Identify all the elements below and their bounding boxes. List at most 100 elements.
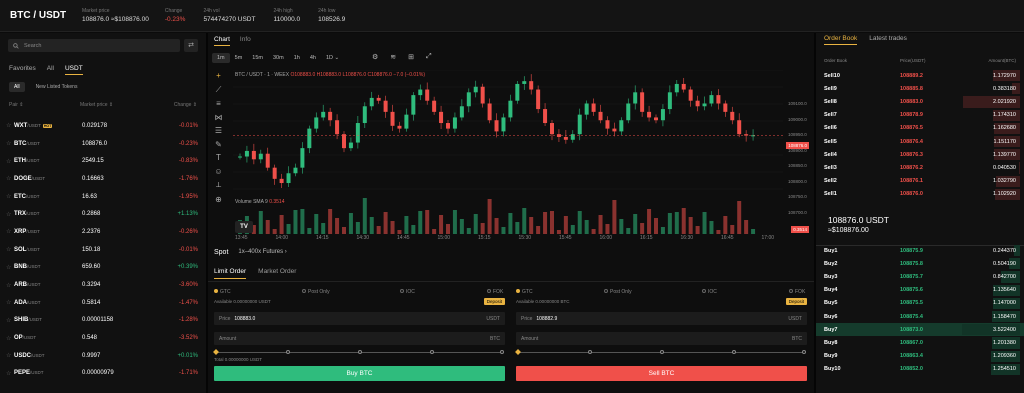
interval-6[interactable]: 1D ⌄ — [321, 53, 344, 63]
sell-button[interactable]: Sell BTC — [516, 366, 807, 381]
subtab-all[interactable]: All — [9, 82, 25, 92]
tab-info[interactable]: Info — [240, 36, 251, 46]
star-icon[interactable]: ☆ — [6, 264, 14, 271]
fib-icon[interactable]: ☰ — [215, 126, 222, 135]
order-book-row[interactable]: Sell9 108885.8 0.383180 — [816, 82, 1024, 95]
settings-icon[interactable]: ⚙ — [372, 53, 378, 61]
star-icon[interactable]: ☆ — [6, 158, 14, 165]
price-field[interactable]: Price 108882.9 USDT — [516, 312, 807, 325]
order-book-row[interactable]: Sell8 108883.0 2.021920 — [816, 95, 1024, 108]
horizontal-lines-icon[interactable]: ≡ — [216, 99, 221, 108]
market-row[interactable]: ☆ ADA/USDT 0.5814 -1.47% — [0, 294, 206, 312]
text-icon[interactable]: T — [216, 153, 221, 162]
fullscreen-icon[interactable]: ⤢ — [426, 53, 432, 61]
interval-0[interactable]: 1m — [212, 53, 230, 63]
star-icon[interactable]: ☆ — [6, 299, 14, 306]
tab-all[interactable]: All — [47, 65, 54, 75]
amount-slider[interactable] — [515, 348, 807, 356]
order-book-row[interactable]: Buy7 108873.0 3.522400 — [816, 323, 1024, 337]
market-row[interactable]: ☆ PEPE/USDT 0.00000979 -1.71% — [0, 365, 206, 383]
amount-field[interactable]: Amount BTC — [214, 332, 505, 345]
star-icon[interactable]: ☆ — [6, 228, 14, 235]
order-book-row[interactable]: Buy8 108867.0 1.201380 — [816, 336, 1024, 349]
star-icon[interactable]: ☆ — [6, 317, 14, 324]
deposit-button[interactable]: Deposit — [483, 298, 505, 305]
market-row[interactable]: ☆ USDC/USDT 0.9997 +0.01% — [0, 347, 206, 365]
opt-gtc[interactable]: GTC — [214, 289, 231, 295]
order-book-row[interactable]: Buy1 108875.9 0.244370 — [816, 244, 1024, 257]
tab-limit-order[interactable]: Limit Order — [214, 268, 247, 279]
market-row[interactable]: ☆ XRP/USDT 2.2376 -0.26% — [0, 223, 206, 241]
buy-button[interactable]: Buy BTC — [214, 366, 505, 381]
subtab-new-listed[interactable]: New Listed Tokens — [31, 82, 83, 92]
indicator-icon[interactable]: ≋ — [390, 53, 396, 61]
deposit-button[interactable]: Deposit — [785, 298, 807, 305]
order-book-row[interactable]: Buy9 108863.4 1.209360 — [816, 350, 1024, 363]
tab-favorites[interactable]: Favorites — [9, 65, 36, 75]
market-row[interactable]: ☆ SOL/USDT 150.18 -0.01% — [0, 241, 206, 259]
order-book-row[interactable]: Buy10 108852.0 1.254510 — [816, 363, 1024, 376]
amount-slider[interactable] — [213, 348, 505, 356]
futures-link[interactable]: 1x–400x Futures › — [238, 249, 286, 256]
interval-1[interactable]: 5m — [230, 53, 248, 63]
market-row[interactable]: ☆ BNB/USDT 659.60 +0.39% — [0, 259, 206, 277]
order-book-row[interactable]: Buy4 108875.6 1.135640 — [816, 284, 1024, 297]
order-book-row[interactable]: Buy6 108875.4 1.158470 — [816, 310, 1024, 323]
col-price[interactable]: Market price ⇕ — [80, 102, 113, 108]
order-book-row[interactable]: Sell3 108876.2 0.040530 — [816, 161, 1024, 174]
pair-title[interactable]: BTC / USDT — [10, 10, 70, 21]
star-icon[interactable]: ☆ — [6, 122, 14, 129]
star-icon[interactable]: ☆ — [6, 282, 14, 289]
emoji-icon[interactable]: ☺ — [214, 167, 222, 176]
col-pair[interactable]: Pair ⇕ — [9, 102, 23, 108]
brush-icon[interactable]: ✎ — [215, 140, 222, 149]
star-icon[interactable]: ☆ — [6, 370, 14, 377]
order-book-row[interactable]: Buy2 108875.8 0.504190 — [816, 257, 1024, 270]
tab-latest-trades[interactable]: Latest trades — [869, 35, 907, 45]
order-book-row[interactable]: Sell10 108889.2 1.172970 — [816, 69, 1024, 82]
market-row[interactable]: ☆ ARB/USDT 0.3294 -3.60% — [0, 276, 206, 294]
opt-fok[interactable]: FOK — [487, 289, 503, 295]
tab-order-book[interactable]: Order Book — [824, 35, 858, 45]
opt-fok[interactable]: FOK — [789, 289, 805, 295]
market-row[interactable]: ☆ WXT/USDT HOT 0.029178 -0.01% — [0, 117, 206, 135]
order-book-row[interactable]: Buy3 108875.7 0.842700 — [816, 270, 1024, 283]
star-icon[interactable]: ☆ — [6, 175, 14, 182]
market-row[interactable]: ☆ DOGE/USDT 0.16663 -1.76% — [0, 170, 206, 188]
price-field[interactable]: Price 108883.0 USDT — [214, 312, 505, 325]
tab-usdt[interactable]: USDT — [64, 65, 83, 75]
order-book-row[interactable]: Sell1 108876.0 1.102920 — [816, 188, 1024, 201]
swap-icon[interactable]: ⇄ — [184, 39, 198, 52]
tab-market-order[interactable]: Market Order — [258, 268, 296, 279]
star-icon[interactable]: ☆ — [6, 193, 14, 200]
order-book-row[interactable]: Buy5 108875.5 1.147000 — [816, 297, 1024, 310]
interval-3[interactable]: 30m — [268, 53, 289, 63]
star-icon[interactable]: ☆ — [6, 246, 14, 253]
order-book-row[interactable]: Sell2 108876.1 1.032790 — [816, 175, 1024, 188]
interval-5[interactable]: 4h — [305, 53, 321, 63]
trendline-icon[interactable]: ⟋ — [216, 85, 222, 95]
interval-2[interactable]: 15m — [247, 53, 268, 63]
opt-post-only[interactable]: Post Only — [302, 289, 330, 295]
order-book-row[interactable]: Sell7 108878.9 1.174310 — [816, 109, 1024, 122]
market-row[interactable]: ☆ OP/USDT 0.548 -3.52% — [0, 329, 206, 347]
col-change[interactable]: Change ⇕ — [174, 102, 197, 108]
candlestick-chart[interactable] — [233, 70, 783, 234]
opt-ioc[interactable]: IOC — [702, 289, 717, 295]
pattern-icon[interactable]: ⋈ — [215, 113, 223, 122]
layout-icon[interactable]: ⊞ — [408, 53, 414, 61]
opt-ioc[interactable]: IOC — [400, 289, 415, 295]
star-icon[interactable]: ☆ — [6, 140, 14, 147]
order-book-row[interactable]: Sell4 108876.3 1.139770 — [816, 148, 1024, 161]
amount-field[interactable]: Amount BTC — [516, 332, 807, 345]
order-book-row[interactable]: Sell5 108876.4 1.151170 — [816, 135, 1024, 148]
opt-post-only[interactable]: Post Only — [604, 289, 632, 295]
market-row[interactable]: ☆ ETC/USDT 16.63 -1.95% — [0, 188, 206, 206]
market-row[interactable]: ☆ BTC/USDT 108876.0 -0.23% — [0, 135, 206, 153]
market-row[interactable]: ☆ TRX/USDT 0.2868 +1.13% — [0, 205, 206, 223]
ruler-icon[interactable]: ⟂ — [216, 180, 221, 190]
star-icon[interactable]: ☆ — [6, 352, 14, 359]
crosshair-icon[interactable]: + — [216, 71, 221, 80]
tab-chart[interactable]: Chart — [214, 36, 230, 46]
market-row[interactable]: ☆ SHIB/USDT 0.00001158 -1.28% — [0, 312, 206, 330]
